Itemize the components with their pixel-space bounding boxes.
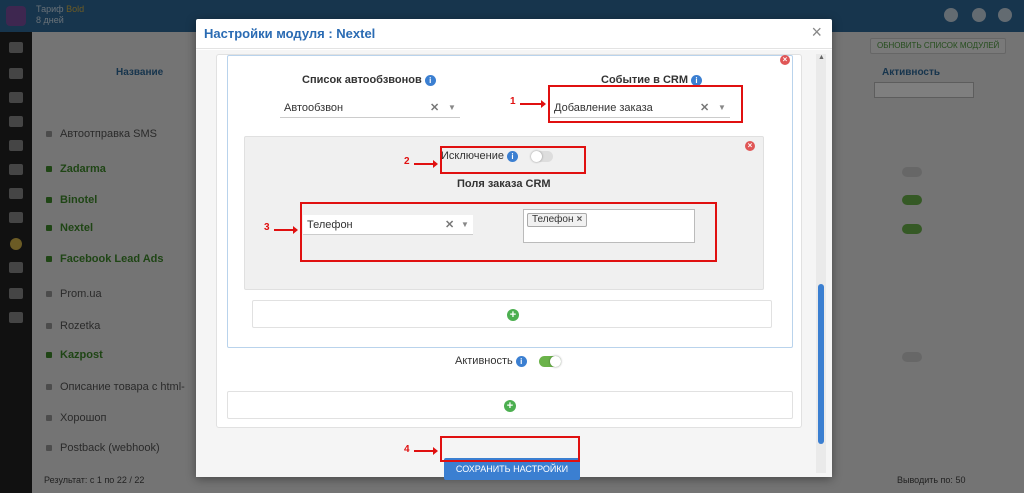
add-exception-row[interactable]: +	[252, 300, 772, 328]
toggle-knob	[550, 356, 561, 367]
info-icon[interactable]: i	[424, 74, 436, 86]
chevron-down-icon[interactable]: ▼	[448, 103, 456, 112]
annotation-box-4	[440, 436, 580, 462]
add-rule-icon[interactable]: +	[504, 400, 516, 412]
annotation-number-1: 1	[510, 96, 516, 107]
annotation-box-1	[548, 85, 743, 123]
modal-scrollbar[interactable]: ▲	[816, 54, 826, 473]
annotation-number-4: 4	[404, 444, 410, 455]
autodial-list-value: Автообзвон	[284, 102, 344, 114]
add-rule-row[interactable]: +	[227, 391, 793, 419]
annotation-arrow-icon	[414, 160, 438, 168]
add-exception-icon[interactable]: +	[507, 309, 519, 321]
activity-toggle[interactable]	[539, 356, 561, 367]
annotation-arrow-icon	[414, 447, 438, 455]
scroll-up-icon[interactable]: ▲	[818, 54, 825, 61]
info-icon[interactable]: i	[691, 74, 703, 86]
crm-order-fields-label: Поля заказа CRM	[457, 178, 551, 190]
modal-header: Настройки модуля : Nextel ×	[196, 19, 832, 49]
remove-exception-icon[interactable]: ×	[745, 141, 755, 151]
close-icon[interactable]: ×	[811, 22, 822, 43]
modal-title: Настройки модуля : Nextel	[204, 26, 376, 41]
info-icon[interactable]: i	[515, 355, 527, 367]
annotation-box-3	[300, 202, 717, 262]
remove-rule-icon[interactable]: ×	[780, 55, 790, 65]
annotation-box-2	[440, 146, 586, 174]
annotation-arrow-icon	[274, 226, 298, 234]
scrollbar-thumb[interactable]	[818, 284, 824, 444]
annotation-arrow-icon	[520, 100, 546, 108]
clear-icon[interactable]: ✕	[430, 101, 439, 114]
autodial-list-label: Список автообзвонов i	[302, 74, 436, 86]
autodial-list-select[interactable]: Автообзвон ✕ ▼	[280, 98, 460, 118]
activity-label: Активность i	[455, 355, 527, 367]
annotation-number-2: 2	[404, 156, 410, 167]
annotation-number-3: 3	[264, 222, 270, 233]
